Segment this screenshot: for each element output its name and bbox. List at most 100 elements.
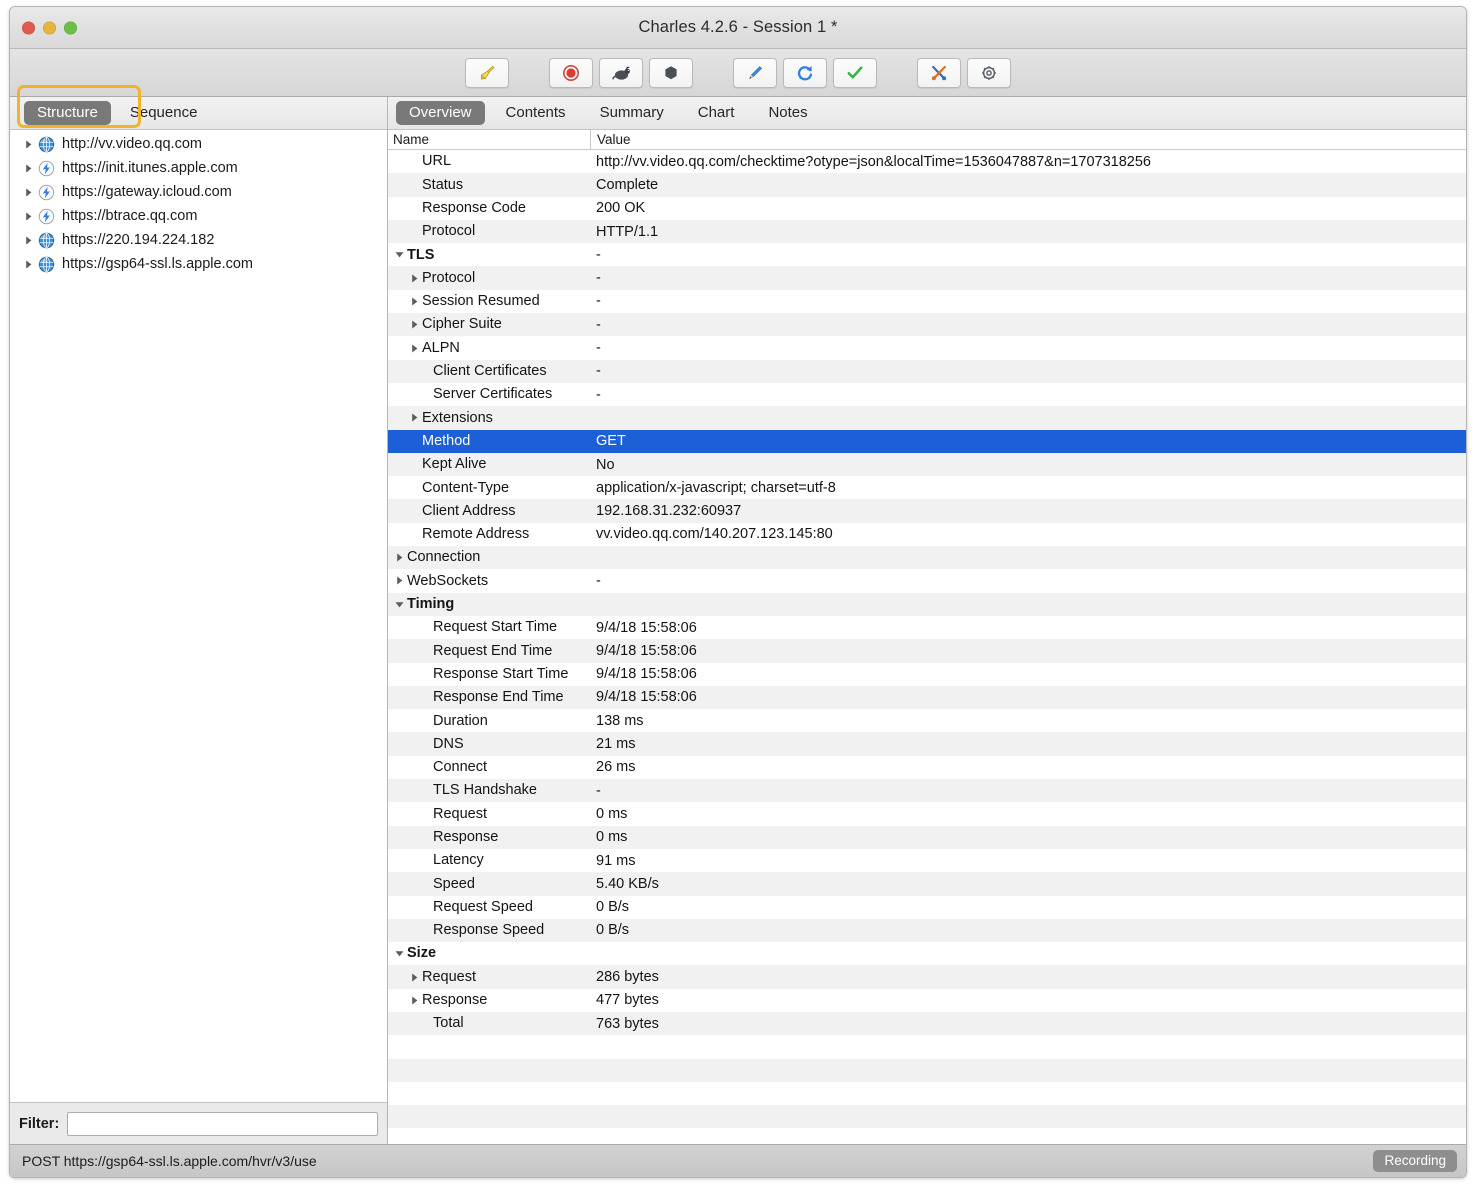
minimize-button[interactable] <box>43 21 56 34</box>
chevron-right-icon[interactable] <box>407 296 422 307</box>
table-row[interactable]: Connection <box>388 546 1466 569</box>
tab-structure-label: Structure <box>37 104 98 121</box>
table-row[interactable]: Session Resumed- <box>388 290 1466 313</box>
chevron-right-icon[interactable] <box>20 163 36 174</box>
close-button[interactable] <box>22 21 35 34</box>
recording-status-badge[interactable]: Recording <box>1373 1150 1457 1172</box>
table-row[interactable]: MethodGET <box>388 430 1466 453</box>
chevron-right-icon[interactable] <box>20 139 36 150</box>
table-row[interactable]: Timing <box>388 593 1466 616</box>
table-row[interactable]: Content-Typeapplication/x-javascript; ch… <box>388 476 1466 499</box>
column-header-name[interactable]: Name <box>388 130 590 149</box>
chevron-down-icon[interactable] <box>392 599 407 610</box>
chevron-right-icon[interactable] <box>407 319 422 330</box>
chevron-right-icon[interactable] <box>20 187 36 198</box>
table-row[interactable]: Duration138 ms <box>388 709 1466 732</box>
host-tree-item[interactable]: https://220.194.224.182 <box>10 228 387 252</box>
table-row[interactable]: ALPN- <box>388 336 1466 359</box>
breakpoints-button[interactable] <box>649 58 693 88</box>
table-row[interactable]: WebSockets- <box>388 569 1466 592</box>
settings-button[interactable] <box>967 58 1011 88</box>
row-value-cell: 0 ms <box>590 829 1466 845</box>
table-row[interactable]: URLhttp://vv.video.qq.com/checktime?otyp… <box>388 150 1466 173</box>
chevron-right-icon[interactable] <box>392 552 407 563</box>
throttle-button[interactable] <box>599 58 643 88</box>
chevron-right-icon[interactable] <box>407 995 422 1006</box>
tab-chart[interactable]: Chart <box>685 101 748 125</box>
chevron-right-icon[interactable] <box>20 259 36 270</box>
table-row[interactable]: Cipher Suite- <box>388 313 1466 336</box>
host-tree-item[interactable]: https://gsp64-ssl.ls.apple.com <box>10 252 387 276</box>
tab-overview[interactable]: Overview <box>396 101 485 125</box>
row-name-cell: Session Resumed <box>388 294 590 309</box>
host-tree-item[interactable]: https://btrace.qq.com <box>10 204 387 228</box>
row-name-cell: Response Speed <box>388 923 590 938</box>
row-value-cell: - <box>590 340 1466 356</box>
table-row[interactable]: Response End Time9/4/18 15:58:06 <box>388 686 1466 709</box>
chevron-right-icon[interactable] <box>407 972 422 983</box>
row-name-label: WebSockets <box>407 574 488 589</box>
table-row[interactable]: Server Certificates- <box>388 383 1466 406</box>
host-tree-item[interactable]: https://gateway.icloud.com <box>10 180 387 204</box>
tab-contents[interactable]: Contents <box>493 101 579 125</box>
row-value-cell: No <box>590 457 1466 473</box>
filter-input[interactable] <box>67 1112 378 1136</box>
record-button[interactable] <box>549 58 593 88</box>
chevron-right-icon[interactable] <box>407 273 422 284</box>
table-row[interactable]: Kept AliveNo <box>388 453 1466 476</box>
column-header-value[interactable]: Value <box>590 130 1466 149</box>
validate-button[interactable] <box>833 58 877 88</box>
compose-button[interactable] <box>733 58 777 88</box>
chevron-down-icon[interactable] <box>392 948 407 959</box>
row-name-cell: Total <box>388 1016 590 1031</box>
chevron-right-icon[interactable] <box>392 575 407 586</box>
tools-button[interactable] <box>917 58 961 88</box>
chevron-right-icon[interactable] <box>20 235 36 246</box>
table-row[interactable]: Extensions <box>388 406 1466 429</box>
table-row[interactable]: StatusComplete <box>388 173 1466 196</box>
table-row[interactable]: Response Speed0 B/s <box>388 919 1466 942</box>
table-row[interactable]: Response Start Time9/4/18 15:58:06 <box>388 663 1466 686</box>
table-row[interactable]: Response0 ms <box>388 826 1466 849</box>
chevron-right-icon[interactable] <box>407 343 422 354</box>
host-tree-item-label: https://gsp64-ssl.ls.apple.com <box>62 257 253 272</box>
table-row[interactable]: Speed5.40 KB/s <box>388 872 1466 895</box>
row-value-cell: 200 OK <box>590 200 1466 216</box>
table-row[interactable]: Connect26 ms <box>388 756 1466 779</box>
table-row[interactable]: Request Speed0 B/s <box>388 896 1466 919</box>
tab-structure[interactable]: Structure <box>24 101 111 125</box>
table-row[interactable]: Request End Time9/4/18 15:58:06 <box>388 639 1466 662</box>
tab-sequence[interactable]: Sequence <box>117 101 211 125</box>
table-row[interactable]: Request286 bytes <box>388 965 1466 988</box>
host-tree-item[interactable]: https://init.itunes.apple.com <box>10 156 387 180</box>
row-name-label: Protocol <box>422 271 475 286</box>
chevron-down-icon[interactable] <box>392 249 407 260</box>
table-row[interactable]: Latency91 ms <box>388 849 1466 872</box>
table-row[interactable]: Remote Addressvv.video.qq.com/140.207.12… <box>388 523 1466 546</box>
table-row[interactable]: ProtocolHTTP/1.1 <box>388 220 1466 243</box>
row-name-cell: ALPN <box>388 341 590 356</box>
tab-notes[interactable]: Notes <box>755 101 820 125</box>
table-row[interactable]: Request Start Time9/4/18 15:58:06 <box>388 616 1466 639</box>
table-row[interactable]: DNS21 ms <box>388 732 1466 755</box>
table-row[interactable]: Client Certificates- <box>388 360 1466 383</box>
host-tree-item[interactable]: http://vv.video.qq.com <box>10 132 387 156</box>
tab-summary[interactable]: Summary <box>587 101 677 125</box>
row-value-cell: - <box>590 387 1466 403</box>
table-row[interactable]: Total763 bytes <box>388 1012 1466 1035</box>
zoom-button[interactable] <box>64 21 77 34</box>
table-row[interactable]: Response477 bytes <box>388 989 1466 1012</box>
table-row[interactable]: Client Address192.168.31.232:60937 <box>388 499 1466 522</box>
row-value-cell: 763 bytes <box>590 1016 1466 1032</box>
clear-session-button[interactable] <box>465 58 509 88</box>
table-row[interactable]: Response Code200 OK <box>388 197 1466 220</box>
table-row[interactable]: Request0 ms <box>388 802 1466 825</box>
repeat-button[interactable] <box>783 58 827 88</box>
chevron-right-icon[interactable] <box>407 412 422 423</box>
table-row[interactable]: TLS- <box>388 243 1466 266</box>
table-row[interactable]: TLS Handshake- <box>388 779 1466 802</box>
chevron-right-icon[interactable] <box>20 211 36 222</box>
table-row[interactable]: Protocol- <box>388 266 1466 289</box>
row-value-cell: 9/4/18 15:58:06 <box>590 689 1466 705</box>
table-row[interactable]: Size <box>388 942 1466 965</box>
